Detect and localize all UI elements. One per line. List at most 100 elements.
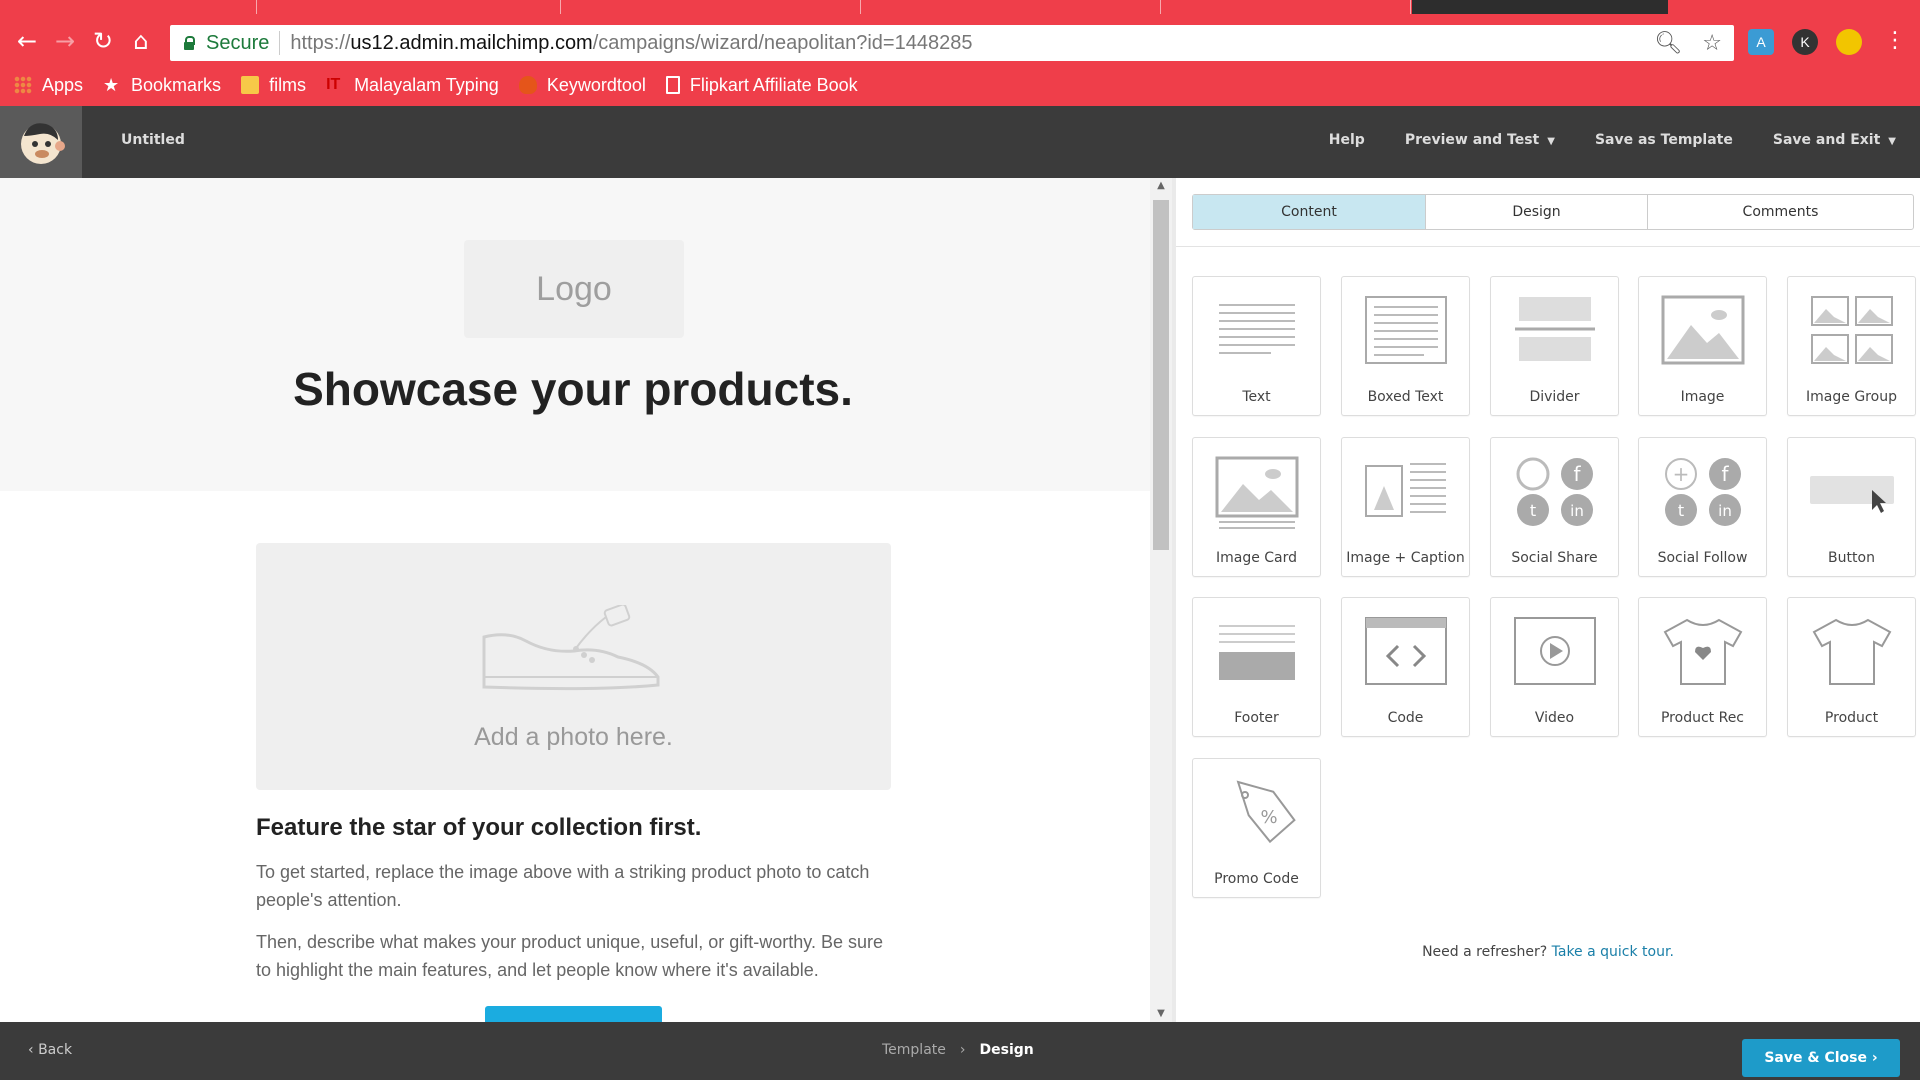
preview-test-menu[interactable]: Preview and Test ▼ <box>1405 132 1555 148</box>
email-canvas: Logo Showcase your products. Add a photo… <box>0 178 1150 1022</box>
block-image-card[interactable]: Image Card <box>1192 437 1321 577</box>
hero-section[interactable]: Logo Showcase your products. <box>0 178 1150 491</box>
image-card-icon <box>1215 456 1299 529</box>
block-image[interactable]: Image <box>1638 276 1767 416</box>
svg-text:t: t <box>1678 501 1684 520</box>
tab-comments[interactable]: Comments <box>1648 195 1913 229</box>
divider-icon <box>1515 297 1595 361</box>
block-divider[interactable]: Divider <box>1490 276 1619 416</box>
lock-icon <box>182 36 196 50</box>
block-product-rec[interactable]: Product Rec <box>1638 597 1767 737</box>
image-group-icon <box>1811 296 1893 364</box>
image-icon <box>1661 295 1745 365</box>
quick-tour-link[interactable]: Take a quick tour. <box>1552 944 1674 960</box>
block-image-caption[interactable]: Image + Caption <box>1341 437 1470 577</box>
save-as-template-link[interactable]: Save as Template <box>1595 132 1733 148</box>
photo-placeholder[interactable]: Add a photo here. <box>256 543 891 790</box>
extension-icon[interactable]: A <box>1748 29 1774 55</box>
browser-chrome: ← → ↻ ⌂ Secure https://us12.admin.mailch… <box>0 0 1920 106</box>
menu-kebab-icon[interactable]: ⋮ <box>1880 26 1910 56</box>
svg-text:in: in <box>1570 502 1584 520</box>
block-image-group[interactable]: Image Group <box>1787 276 1916 416</box>
bookmark-films[interactable]: films <box>241 75 306 96</box>
text-icon <box>1219 304 1295 354</box>
address-bar[interactable]: Secure https://us12.admin.mailchimp.com/… <box>170 25 1734 61</box>
bookmark-keywordtool[interactable]: Keywordtool <box>518 75 646 96</box>
svg-text:f: f <box>1573 462 1581 486</box>
profile-avatar[interactable]: K <box>1792 29 1818 55</box>
footer-icon <box>1219 625 1295 680</box>
tab-strip <box>0 0 1920 14</box>
promo-code-icon: % <box>1236 780 1296 844</box>
block-button[interactable]: Button <box>1787 437 1916 577</box>
block-product[interactable]: Product <box>1787 597 1916 737</box>
page-icon <box>665 76 680 94</box>
block-boxed-text[interactable]: Boxed Text <box>1341 276 1470 416</box>
bookmark-bookmarks[interactable]: ★ Bookmarks <box>103 75 221 96</box>
social-share-icon: f t in <box>1516 457 1593 526</box>
cta-button[interactable] <box>485 1006 662 1022</box>
crumb-design: Design <box>979 1042 1034 1058</box>
folder-icon <box>241 76 260 94</box>
site-favicon-icon: IT <box>326 76 341 93</box>
campaign-title[interactable]: Untitled <box>121 132 185 148</box>
active-tab-indicator[interactable] <box>1412 0 1668 14</box>
bookmark-malayalam-typing[interactable]: IT Malayalam Typing <box>326 75 499 96</box>
block-footer[interactable]: Footer <box>1192 597 1321 737</box>
back-link[interactable]: ‹ Back <box>28 1042 72 1058</box>
body-paragraph-1[interactable]: To get started, replace the image above … <box>256 858 896 914</box>
boxed-text-icon <box>1365 296 1447 364</box>
hero-title[interactable]: Showcase your products. <box>0 362 1146 416</box>
refresher-note: Need a refresher? Take a quick tour. <box>1422 944 1674 960</box>
product-icon <box>1812 618 1892 685</box>
panel-tabs: Content Design Comments <box>1192 194 1914 230</box>
chevron-left-icon: ‹ <box>28 1042 34 1058</box>
block-promo-code[interactable]: % Promo Code <box>1192 758 1321 898</box>
svg-text:f: f <box>1721 462 1729 486</box>
block-social-share[interactable]: f t in Social Share <box>1490 437 1619 577</box>
chevron-right-icon: › <box>1871 1050 1878 1066</box>
apps-grid-icon <box>14 76 32 94</box>
canvas-scrollbar[interactable]: ▲ ▼ <box>1150 178 1172 1022</box>
home-icon[interactable]: ⌂ <box>126 26 156 56</box>
back-arrow-icon[interactable]: ← <box>12 26 42 56</box>
save-exit-menu[interactable]: Save and Exit ▼ <box>1773 132 1896 148</box>
block-social-follow[interactable]: + f t in Social Follow <box>1638 437 1767 577</box>
tab-content[interactable]: Content <box>1193 195 1426 229</box>
save-close-button[interactable]: Save & Close › <box>1742 1039 1900 1077</box>
svg-text:t: t <box>1530 501 1536 520</box>
tab-design[interactable]: Design <box>1426 195 1648 229</box>
url-text: https://us12.admin.mailchimp.com/campaig… <box>290 31 973 54</box>
crumb-template[interactable]: Template <box>882 1042 946 1058</box>
forward-arrow-icon[interactable]: → <box>50 26 80 56</box>
bookmark-flipkart[interactable]: Flipkart Affiliate Book <box>665 75 858 96</box>
scroll-down-icon[interactable]: ▼ <box>1150 1006 1172 1022</box>
help-link[interactable]: Help <box>1329 132 1365 148</box>
block-code[interactable]: Code <box>1341 597 1470 737</box>
social-follow-icon: + f t in <box>1665 458 1741 526</box>
image-caption-icon <box>1365 463 1446 517</box>
feature-title[interactable]: Feature the star of your collection firs… <box>256 814 701 842</box>
zoom-icon[interactable]: 🔍︎ <box>1654 31 1682 56</box>
svg-text:+: + <box>1673 462 1690 486</box>
code-icon <box>1365 617 1447 685</box>
bookmark-apps[interactable]: Apps <box>14 75 83 96</box>
block-text[interactable]: Text <box>1192 276 1321 416</box>
block-video[interactable]: Video <box>1490 597 1619 737</box>
breadcrumb: Template › Design <box>882 1042 1034 1058</box>
star-icon[interactable]: ☆ <box>1702 31 1722 56</box>
svg-text:in: in <box>1718 502 1732 520</box>
extension-icon-2[interactable] <box>1836 29 1862 55</box>
svg-text:%: % <box>1260 807 1277 828</box>
editor-header: Untitled Help Preview and Test ▼ Save as … <box>0 106 1920 178</box>
chevron-down-icon: ▼ <box>1888 136 1896 147</box>
bookmarks-bar: Apps ★ Bookmarks films IT Malayalam Typi… <box>0 70 864 100</box>
scroll-thumb[interactable] <box>1153 200 1169 550</box>
body-paragraph-2[interactable]: Then, describe what makes your product u… <box>256 928 896 984</box>
logo-placeholder[interactable]: Logo <box>464 240 684 338</box>
chevron-down-icon: ▼ <box>1547 136 1555 147</box>
scroll-up-icon[interactable]: ▲ <box>1150 178 1172 194</box>
mailchimp-logo[interactable] <box>0 106 82 178</box>
reload-icon[interactable]: ↻ <box>88 26 118 56</box>
star-bookmark-icon: ★ <box>103 75 120 95</box>
